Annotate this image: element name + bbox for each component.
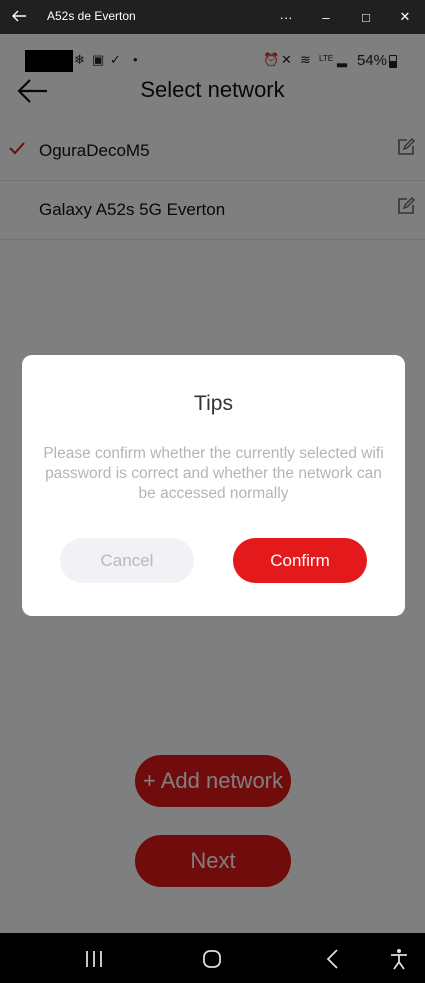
accessibility-icon[interactable] (387, 947, 411, 971)
cancel-button[interactable]: Cancel (60, 538, 194, 583)
window-title: A52s de Everton (47, 9, 136, 23)
window-back-arrow-icon[interactable] (10, 7, 28, 25)
dialog-title: Tips (194, 392, 233, 415)
maximize-button[interactable]: □ (355, 6, 377, 28)
back-icon[interactable] (321, 947, 345, 971)
phone-screen: ❄ ▣ ✓ • ⏰ ✕ ≋ LTE ▂ 54% Select network O… (0, 34, 425, 933)
confirm-button[interactable]: Confirm (233, 538, 367, 583)
minimize-button[interactable]: – (315, 6, 337, 28)
window-titlebar: A52s de Everton ··· – □ ✕ (0, 0, 425, 34)
more-options-icon[interactable]: ··· (275, 6, 297, 28)
tips-dialog: Tips Please confirm whether the currentl… (22, 355, 405, 616)
dialog-message: Please confirm whether the currently sel… (43, 445, 384, 502)
system-nav-bar (0, 933, 425, 983)
home-icon[interactable] (200, 947, 224, 971)
recent-apps-icon[interactable] (82, 947, 106, 971)
close-button[interactable]: ✕ (394, 6, 416, 28)
